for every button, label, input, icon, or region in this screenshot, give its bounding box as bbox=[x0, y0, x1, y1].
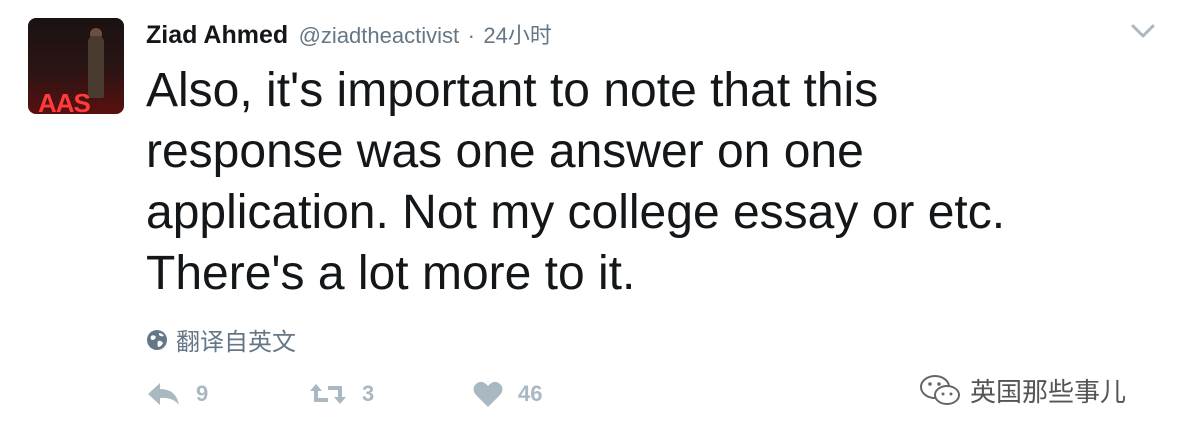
reply-icon bbox=[148, 383, 179, 405]
avatar-logo-text: AAS bbox=[38, 88, 91, 114]
like-count: 46 bbox=[518, 381, 543, 406]
tweet-header: Ziad Ahmed @ziadtheactivist · 24小时 bbox=[146, 18, 552, 50]
separator-dot: · bbox=[467, 23, 475, 48]
author-name[interactable]: Ziad Ahmed bbox=[146, 21, 288, 49]
retweet-count: 3 bbox=[362, 381, 375, 406]
tweet-text: Also, it's important to note that this r… bbox=[146, 64, 1006, 300]
tweet-card: AAS Ziad Ahmed @ziadtheactivist · 24小时 A… bbox=[0, 0, 1178, 442]
reply-button[interactable]: 9 bbox=[146, 380, 208, 408]
reply-count: 9 bbox=[196, 381, 209, 406]
translate-label: 翻译自英文 bbox=[176, 329, 296, 356]
tweet-timestamp[interactable]: 24小时 bbox=[483, 23, 551, 48]
author-handle[interactable]: @ziadtheactivist bbox=[299, 23, 460, 48]
watermark-text: 英国那些事儿 bbox=[970, 377, 1127, 407]
globe-icon bbox=[147, 329, 167, 350]
like-button[interactable]: 46 bbox=[472, 380, 542, 408]
translate-link[interactable]: 翻译自英文 bbox=[146, 322, 296, 357]
retweet-button[interactable]: 3 bbox=[308, 380, 374, 408]
retweet-icon bbox=[310, 384, 346, 404]
watermark: 英国那些事儿 bbox=[918, 372, 1126, 409]
heart-icon bbox=[473, 381, 503, 407]
avatar[interactable]: AAS bbox=[28, 18, 124, 114]
wechat-icon bbox=[920, 374, 960, 405]
avatar-figure bbox=[88, 36, 104, 98]
chevron-down-icon[interactable] bbox=[1130, 22, 1156, 40]
